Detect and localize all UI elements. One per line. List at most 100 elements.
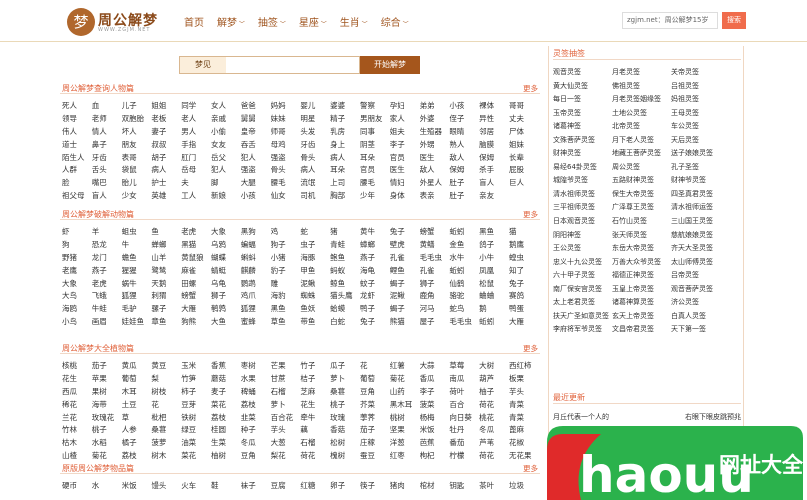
keyword-link[interactable]: 兰花 xyxy=(62,412,92,425)
keyword-link[interactable]: 玉米 xyxy=(181,360,211,373)
keyword-link[interactable]: 卵子 xyxy=(330,480,360,493)
keyword-link[interactable]: 少年 xyxy=(360,190,390,203)
keyword-link[interactable]: 鹌鹑 xyxy=(211,303,241,316)
keyword-link[interactable]: 桃子 xyxy=(330,399,360,412)
keyword-link[interactable]: 鼻子 xyxy=(92,139,122,152)
keyword-link[interactable]: 蝎子 xyxy=(390,303,420,316)
keyword-link[interactable]: 黄牛 xyxy=(360,226,390,239)
lingqian-link[interactable]: 月老灵签姻缘签 xyxy=(612,94,671,108)
keyword-link[interactable]: 妻子 xyxy=(151,126,181,139)
lingqian-link[interactable]: 白真人灵签 xyxy=(671,311,730,325)
keyword-link[interactable]: 伟人 xyxy=(62,126,92,139)
keyword-link[interactable]: 麒麟 xyxy=(241,265,271,278)
keyword-link[interactable]: 豆腐 xyxy=(271,480,301,493)
keyword-link[interactable]: 小牛 xyxy=(479,252,509,265)
keyword-link[interactable]: 坚果 xyxy=(390,424,420,437)
keyword-link[interactable]: 朋友 xyxy=(122,139,152,152)
lingqian-link[interactable]: 东岳大帝灵签 xyxy=(612,243,671,257)
keyword-link[interactable]: 师哥 xyxy=(271,126,301,139)
lingqian-link[interactable]: 送子娘娘灵签 xyxy=(671,148,730,162)
keyword-link[interactable]: 血 xyxy=(92,100,122,113)
keyword-link[interactable]: 病人 xyxy=(151,164,181,177)
keyword-link[interactable]: 虾 xyxy=(62,226,92,239)
keyword-link[interactable]: 蝉螂 xyxy=(151,239,181,252)
keyword-link[interactable]: 鹦鹉 xyxy=(241,278,271,291)
keyword-link[interactable]: 树枝 xyxy=(151,386,181,399)
keyword-link[interactable]: 百合 xyxy=(449,399,479,412)
keyword-link[interactable]: 豆芽 xyxy=(181,399,211,412)
keyword-link[interactable]: 小孩 xyxy=(241,190,271,203)
more-link[interactable]: 更多 xyxy=(523,209,538,220)
keyword-link[interactable]: 稗蛹 xyxy=(241,386,271,399)
keyword-link[interactable]: 舅舅 xyxy=(241,113,271,126)
keyword-link[interactable]: 西瓜 xyxy=(62,386,92,399)
keyword-link[interactable]: 牛蛙 xyxy=(92,303,122,316)
keyword-link[interactable]: 岳父 xyxy=(211,152,241,165)
keyword-link[interactable]: 蝴蝶 xyxy=(211,252,241,265)
keyword-link[interactable]: 敌人 xyxy=(420,164,450,177)
keyword-link[interactable]: 侄子 xyxy=(449,113,479,126)
keyword-link[interactable]: 甲鱼 xyxy=(300,265,330,278)
keyword-link[interactable]: 大雁 xyxy=(181,303,211,316)
keyword-link[interactable]: 猫 xyxy=(509,226,539,239)
keyword-link[interactable]: 黑猫 xyxy=(181,239,211,252)
keyword-link[interactable]: 蚊子 xyxy=(360,278,390,291)
keyword-link[interactable]: 水果 xyxy=(241,373,271,386)
keyword-link[interactable]: 米饭 xyxy=(122,480,152,493)
more-link[interactable]: 更多 xyxy=(523,463,538,474)
keyword-link[interactable]: 犯人 xyxy=(241,152,271,165)
keyword-link[interactable]: 豆角 xyxy=(360,386,390,399)
keyword-link[interactable]: 鹿角 xyxy=(420,290,450,303)
lingqian-link[interactable]: 太上老君灵签 xyxy=(553,297,612,311)
lingqian-link[interactable]: 北帝灵签 xyxy=(612,121,671,135)
keyword-link[interactable]: 杨梅 xyxy=(420,412,450,425)
keyword-link[interactable]: 骡子 xyxy=(151,303,181,316)
keyword-link[interactable]: 海豹 xyxy=(271,290,301,303)
keyword-link[interactable]: 司机 xyxy=(300,190,330,203)
keyword-link[interactable]: 恐龙 xyxy=(92,239,122,252)
keyword-link[interactable]: 男朋友 xyxy=(360,113,390,126)
top-search-button[interactable]: 搜索 xyxy=(722,12,746,29)
keyword-link[interactable]: 菊花 xyxy=(390,373,420,386)
lingqian-link[interactable]: 忠义十九公灵签 xyxy=(553,257,612,271)
keyword-link[interactable]: 保姆 xyxy=(479,152,509,165)
keyword-link[interactable]: 大树 xyxy=(479,360,509,373)
keyword-link[interactable]: 螃蟹 xyxy=(420,226,450,239)
keyword-link[interactable]: 骆驼 xyxy=(449,290,479,303)
keyword-link[interactable]: 蝌蚪 xyxy=(241,252,271,265)
keyword-link[interactable]: 花 xyxy=(151,399,181,412)
keyword-link[interactable]: 蛇鸟 xyxy=(449,303,479,316)
keyword-link[interactable]: 刺猬 xyxy=(151,290,181,303)
keyword-link[interactable]: 皇帝 xyxy=(241,126,271,139)
lingqian-link[interactable]: 每日一签 xyxy=(553,94,612,108)
dream-search-button[interactable]: 开始解梦 xyxy=(360,56,420,74)
nav-item[interactable]: 生肖 ﹀ xyxy=(340,14,368,29)
keyword-link[interactable]: 大象 xyxy=(211,226,241,239)
keyword-link[interactable]: 棺材 xyxy=(420,480,450,493)
lingqian-link[interactable]: 王母灵签 xyxy=(671,108,730,122)
keyword-link[interactable]: 桃子 xyxy=(92,424,122,437)
lingqian-link[interactable]: 三山国王灵签 xyxy=(671,216,730,230)
lingqian-link[interactable]: 福德正神灵签 xyxy=(612,270,671,284)
keyword-link[interactable]: 生殖器 xyxy=(420,126,450,139)
keyword-link[interactable]: 海豚 xyxy=(300,252,330,265)
keyword-link[interactable]: 绿豆 xyxy=(181,424,211,437)
lingqian-link[interactable]: 月老灵签 xyxy=(612,67,671,81)
keyword-link[interactable]: 异性 xyxy=(479,113,509,126)
keyword-link[interactable]: 飞蛾 xyxy=(92,290,122,303)
keyword-link[interactable]: 巨人 xyxy=(509,177,539,190)
keyword-link[interactable]: 黑狗 xyxy=(241,226,271,239)
lingqian-link[interactable]: 关帝灵签 xyxy=(671,67,730,81)
keyword-link[interactable]: 草鱼 xyxy=(271,316,301,329)
keyword-link[interactable]: 袋鼠 xyxy=(122,164,152,177)
keyword-link[interactable]: 祖父母 xyxy=(62,190,92,203)
lingqian-link[interactable]: 广泽尊王灵签 xyxy=(612,202,671,216)
keyword-link[interactable]: 荷花 xyxy=(479,399,509,412)
keyword-link[interactable]: 爸爸 xyxy=(241,100,271,113)
keyword-link[interactable]: 桔子 xyxy=(300,373,330,386)
keyword-link[interactable]: 少女 xyxy=(122,190,152,203)
lingqian-link[interactable]: 四圣真君灵签 xyxy=(671,189,730,203)
keyword-link[interactable]: 手指 xyxy=(181,139,211,152)
keyword-link[interactable]: 向日葵 xyxy=(449,412,479,425)
keyword-link[interactable]: 姐妹 xyxy=(509,139,539,152)
